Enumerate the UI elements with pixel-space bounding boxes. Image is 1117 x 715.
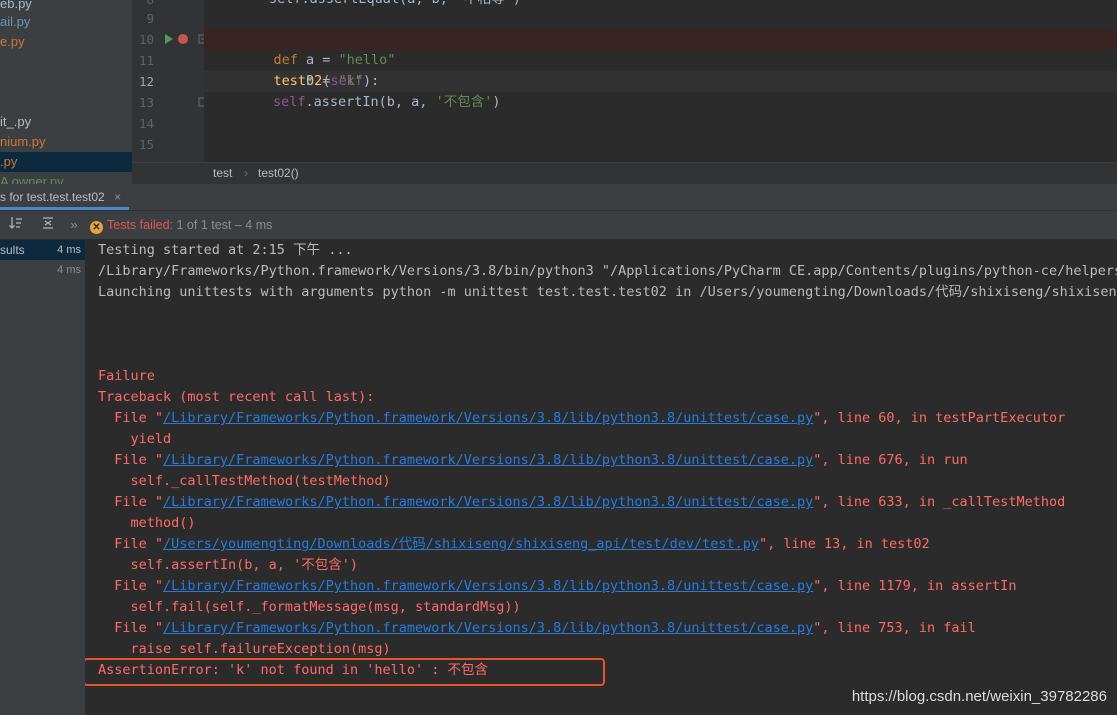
code-editor[interactable]: self.assertEqual(a, b, '不相等') def test02…: [204, 0, 1117, 162]
line-number: 10: [138, 32, 154, 47]
results-child[interactable]: 4 ms: [0, 260, 85, 280]
traceback-file-line: File "/Library/Frameworks/Python.framewo…: [98, 578, 1017, 594]
run-test-icon[interactable]: [164, 34, 174, 44]
line-number: 14: [138, 116, 154, 131]
traceback-file-line: File "/Library/Frameworks/Python.framewo…: [98, 620, 976, 636]
test-results-tree: sults 4 ms 4 ms: [0, 240, 85, 715]
run-tab-bar: s for test.test.test02 ×: [0, 184, 1117, 211]
traceback-file-line: File "/Library/Frameworks/Python.framewo…: [98, 494, 1066, 510]
project-tree: eb.py ail.py e.py it_.py nium.py .py A owner.p…: [0, 0, 132, 185]
traceback-file-line: File "/Users/youmengting/Downloads/代码/sh…: [98, 536, 930, 552]
string: "hello": [338, 52, 396, 68]
console-line: Launching unittests with arguments pytho…: [98, 284, 1117, 300]
traceback-code-line: raise self.failureException(msg): [98, 641, 391, 657]
status-detail: 1 of 1 test – 4 ms: [176, 218, 273, 232]
traceback-code-line: self.assertIn(b, a, '不包含'): [98, 557, 358, 573]
collapse-all-icon[interactable]: [38, 215, 58, 235]
project-file-item[interactable]: nium.py: [0, 132, 46, 152]
console-line: Testing started at 2:15 下午 ...: [98, 242, 353, 258]
failure-label: Failure: [98, 368, 155, 384]
code-line-8: self.assertEqual(a, b, '不相等'): [204, 0, 1117, 10]
status-label: Tests failed:: [107, 218, 174, 232]
traceback-file-line: File "/Library/Frameworks/Python.framewo…: [98, 452, 968, 468]
traceback-file-line: File "/Library/Frameworks/Python.framewo…: [98, 410, 1066, 426]
traceback-header: Traceback (most recent call last):: [98, 389, 375, 405]
file-link[interactable]: /Library/Frameworks/Python.framework/Ver…: [163, 452, 813, 468]
run-tab[interactable]: s for test.test.test02 ×: [0, 184, 130, 210]
file-link[interactable]: /Library/Frameworks/Python.framework/Ver…: [163, 410, 813, 426]
sort-icon[interactable]: [6, 215, 26, 235]
traceback-code-line: method(): [98, 515, 196, 531]
file-link[interactable]: /Library/Frameworks/Python.framework/Ver…: [163, 494, 813, 510]
project-file-item[interactable]: it_.py: [0, 112, 31, 132]
failed-icon: ✕: [90, 221, 103, 234]
line-number: 12: [138, 74, 154, 89]
editor-gutter: 8 9 10 11 12 13 14 15: [132, 0, 208, 162]
traceback-code-line: self.fail(self._formatMessage(msg, stand…: [98, 599, 521, 615]
line-number: 9: [146, 11, 154, 26]
more-icon[interactable]: »: [64, 215, 84, 235]
string: "k": [338, 73, 363, 89]
test-status: ✕ Tests failed: 1 of 1 test – 4 ms: [90, 216, 272, 234]
close-icon[interactable]: ×: [114, 190, 121, 204]
breadcrumb-module[interactable]: test: [213, 166, 232, 180]
file-link[interactable]: /Library/Frameworks/Python.framework/Ver…: [163, 620, 813, 636]
breadcrumb-separator: ›: [244, 166, 248, 180]
project-file-item[interactable]: ail.py: [0, 12, 30, 32]
results-time: 4 ms: [57, 264, 81, 276]
console-output[interactable]: Testing started at 2:15 下午 ... /Library/…: [85, 240, 1117, 715]
string: '不包含': [435, 94, 493, 110]
breadcrumb-function[interactable]: test02(): [258, 166, 299, 180]
file-link[interactable]: /Library/Frameworks/Python.framework/Ver…: [163, 578, 813, 594]
results-root[interactable]: sults 4 ms: [0, 240, 85, 260]
results-time: 4 ms: [57, 244, 81, 256]
line-number: 15: [138, 137, 154, 152]
run-tab-label: s for test.test.test02: [0, 190, 105, 204]
line-number: 11: [138, 53, 154, 68]
console-line: /Library/Frameworks/Python.framework/Ver…: [98, 263, 1117, 279]
traceback-code-line: self._callTestMethod(testMethod): [98, 473, 391, 489]
file-link[interactable]: /Users/youmengting/Downloads/代码/shixisen…: [163, 536, 759, 552]
run-toolbar: » ✕ Tests failed: 1 of 1 test – 4 ms: [0, 211, 1117, 240]
code-line-11: a = "hello": [241, 52, 396, 68]
project-file-item[interactable]: .py: [0, 152, 132, 172]
line-number: 13: [138, 95, 154, 110]
code-line-13: self.assertIn(b, a, '不包含'): [273, 94, 501, 110]
assertion-error: AssertionError: 'k' not found in 'hello'…: [98, 662, 488, 678]
traceback-code-line: yield: [98, 431, 172, 447]
code-line-10: def test02(self):: [273, 52, 380, 89]
watermark: https://blog.csdn.net/weixin_39782286: [851, 688, 1107, 705]
project-file-item[interactable]: e.py: [0, 32, 25, 52]
code-line-12: b = "k": [241, 73, 363, 89]
breadcrumb: test › test02(): [132, 162, 1117, 185]
breakpoint-icon[interactable]: [177, 33, 189, 45]
results-label: sults: [0, 243, 25, 257]
